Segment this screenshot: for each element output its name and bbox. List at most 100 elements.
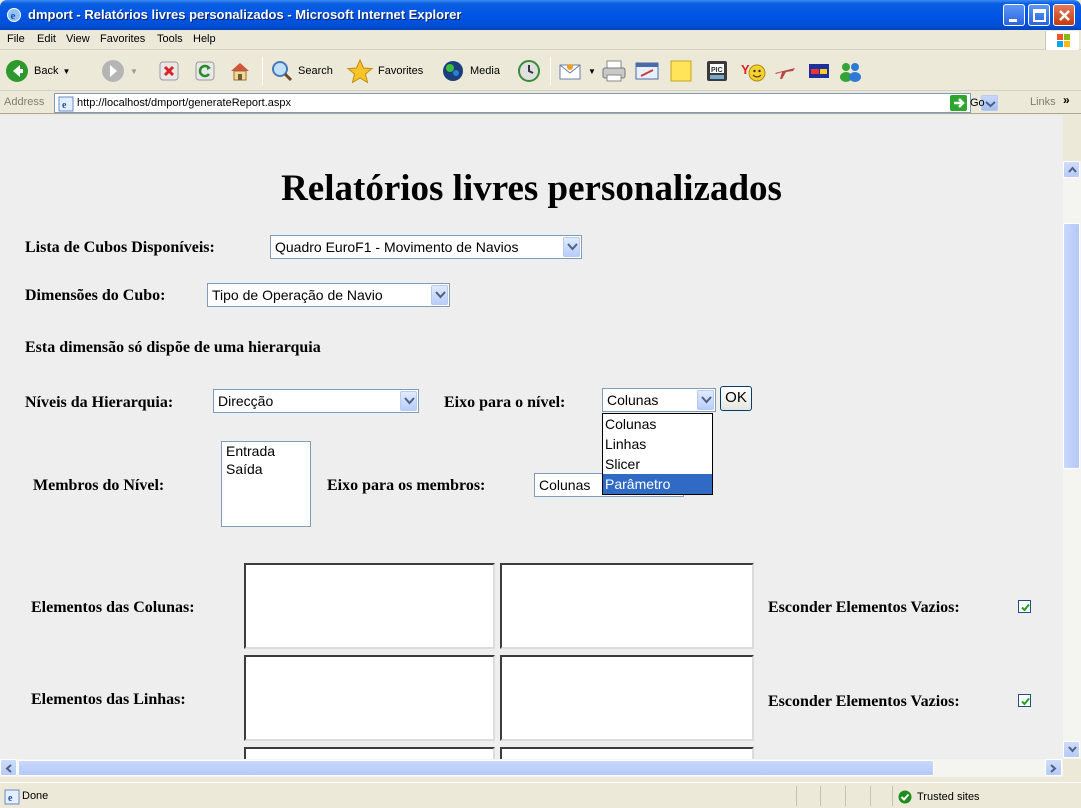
hide-empty-rows-label: Esconder Elementos Vazios: (768, 693, 960, 710)
trusted-check-icon (898, 790, 912, 804)
vertical-scroll-thumb[interactable] (1063, 223, 1080, 469)
scroll-down-button[interactable] (1063, 741, 1080, 758)
chevron-down-icon (1068, 746, 1077, 753)
windows-logo-icon (1045, 31, 1079, 50)
row-elements-left-list[interactable] (244, 655, 495, 741)
back-arrow-icon (6, 60, 28, 82)
minimize-icon (1009, 19, 1017, 22)
chevron-down-icon[interactable] (563, 237, 580, 257)
airplane-icon (775, 68, 795, 79)
axis-members-label: Eixo para os membros: (327, 477, 486, 494)
toolbar-separator (550, 57, 551, 85)
edit-button[interactable] (633, 56, 661, 86)
history-icon (518, 60, 540, 82)
standard-toolbar: Back ▼ ▼ Search Favorites Media ▼ PIC Y (0, 51, 1081, 91)
yahoo-button[interactable]: Y (740, 56, 766, 86)
scroll-up-button[interactable] (1063, 161, 1080, 178)
address-label: Address (4, 96, 45, 108)
print-button[interactable] (600, 56, 628, 86)
status-divider (892, 786, 893, 806)
links-label[interactable]: Links (1030, 96, 1056, 108)
window-titlebar[interactable]: e dmport - Relatórios livres personaliza… (0, 0, 1081, 30)
dropdown-option-linhas[interactable]: Linhas (603, 434, 712, 454)
close-button[interactable] (1053, 4, 1075, 26)
menu-favorites[interactable]: Favorites (100, 33, 145, 45)
favorites-button[interactable]: Favorites (346, 56, 423, 86)
chevron-down-icon[interactable] (400, 391, 417, 411)
go-button[interactable]: Go (950, 95, 985, 111)
axis-level-select[interactable]: Colunas (602, 388, 716, 412)
discuss-button[interactable] (668, 56, 694, 86)
security-zone[interactable]: Trusted sites (898, 790, 980, 804)
levels-select[interactable]: Direcção (213, 389, 419, 413)
media-label: Media (470, 65, 500, 77)
home-button[interactable] (228, 56, 252, 86)
axis-level-select-value: Colunas (607, 392, 659, 408)
edit-page-icon (635, 62, 659, 80)
address-input[interactable]: e http://localhost/dmport/generateReport… (54, 93, 998, 113)
mail-button[interactable]: ▼ (558, 56, 596, 86)
status-text: Done (22, 790, 49, 802)
status-bar: e Done Trusted sites (0, 782, 1081, 808)
axis-level-label: Eixo para o nível: (444, 394, 566, 411)
dimensions-select-value: Tipo de Operação de Navio (212, 287, 383, 303)
column-elements-left-list[interactable] (244, 563, 495, 649)
menu-help[interactable]: Help (193, 33, 216, 45)
next-right-list[interactable] (500, 747, 754, 759)
star-icon (346, 58, 374, 84)
cubes-label: Lista de Cubos Disponíveis: (25, 239, 215, 256)
list-item[interactable]: Entrada (222, 442, 310, 460)
ok-button[interactable]: OK (720, 386, 752, 411)
minimize-button[interactable] (1003, 4, 1025, 26)
dropdown-option-colunas[interactable]: Colunas (603, 414, 712, 434)
dropdown-option-slicer[interactable]: Slicer (603, 454, 712, 474)
scroll-left-button[interactable] (0, 759, 17, 776)
links-chevron-icon[interactable]: » (1063, 93, 1070, 107)
members-listbox[interactable]: Entrada Saída (221, 441, 311, 527)
search-button[interactable]: Search (270, 56, 333, 86)
cubes-select[interactable]: Quadro EuroF1 - Movimento de Navios (270, 235, 582, 259)
dimensions-select[interactable]: Tipo de Operação de Navio (207, 283, 450, 307)
refresh-button[interactable] (194, 56, 216, 86)
column-elements-right-list[interactable] (500, 563, 754, 649)
page-done-icon: e (4, 789, 20, 805)
menu-file[interactable]: File (7, 33, 25, 45)
menu-edit[interactable]: Edit (37, 33, 56, 45)
stop-button[interactable] (158, 56, 180, 86)
forward-arrow-icon (102, 60, 124, 82)
favorites-label: Favorites (378, 65, 424, 77)
ie-page-icon: e (58, 96, 74, 112)
history-button[interactable] (516, 56, 542, 86)
translate-button[interactable] (772, 56, 798, 86)
search-label: Search (298, 65, 333, 77)
dropdown-option-parametro[interactable]: Parâmetro (603, 474, 712, 494)
smiley-icon: Y (741, 62, 766, 82)
axis-level-dropdown-list[interactable]: Colunas Linhas Slicer Parâmetro (602, 413, 713, 495)
msn-people-button[interactable] (836, 56, 866, 86)
row-elements-right-list[interactable] (500, 655, 754, 741)
chevron-down-icon[interactable] (431, 285, 448, 305)
maximize-button[interactable] (1028, 4, 1050, 26)
next-left-list[interactable] (244, 747, 495, 759)
hide-empty-columns-checkbox[interactable] (1018, 600, 1031, 613)
media-button[interactable]: Media (440, 56, 500, 86)
refresh-icon (195, 61, 215, 81)
scroll-right-button[interactable] (1045, 759, 1062, 776)
research-icon (809, 64, 829, 78)
home-icon (231, 63, 249, 81)
chevron-down-icon[interactable] (697, 390, 714, 410)
back-button[interactable]: Back ▼ (4, 56, 70, 86)
menu-tools[interactable]: Tools (157, 33, 183, 45)
research-button[interactable] (806, 56, 832, 86)
list-item[interactable]: Saída (222, 460, 310, 478)
hide-empty-rows-checkbox[interactable] (1018, 694, 1031, 707)
go-arrow-icon (950, 95, 967, 111)
levels-label: Níveis da Hierarquia: (25, 394, 174, 411)
status-divider (820, 786, 821, 806)
messenger-button[interactable]: PIC (704, 56, 730, 86)
menu-view[interactable]: View (66, 33, 90, 45)
sticky-note-icon (670, 60, 692, 82)
messenger-icon: PIC (707, 61, 727, 81)
horizontal-scroll-thumb[interactable] (18, 760, 934, 776)
forward-button[interactable]: ▼ (100, 56, 138, 86)
